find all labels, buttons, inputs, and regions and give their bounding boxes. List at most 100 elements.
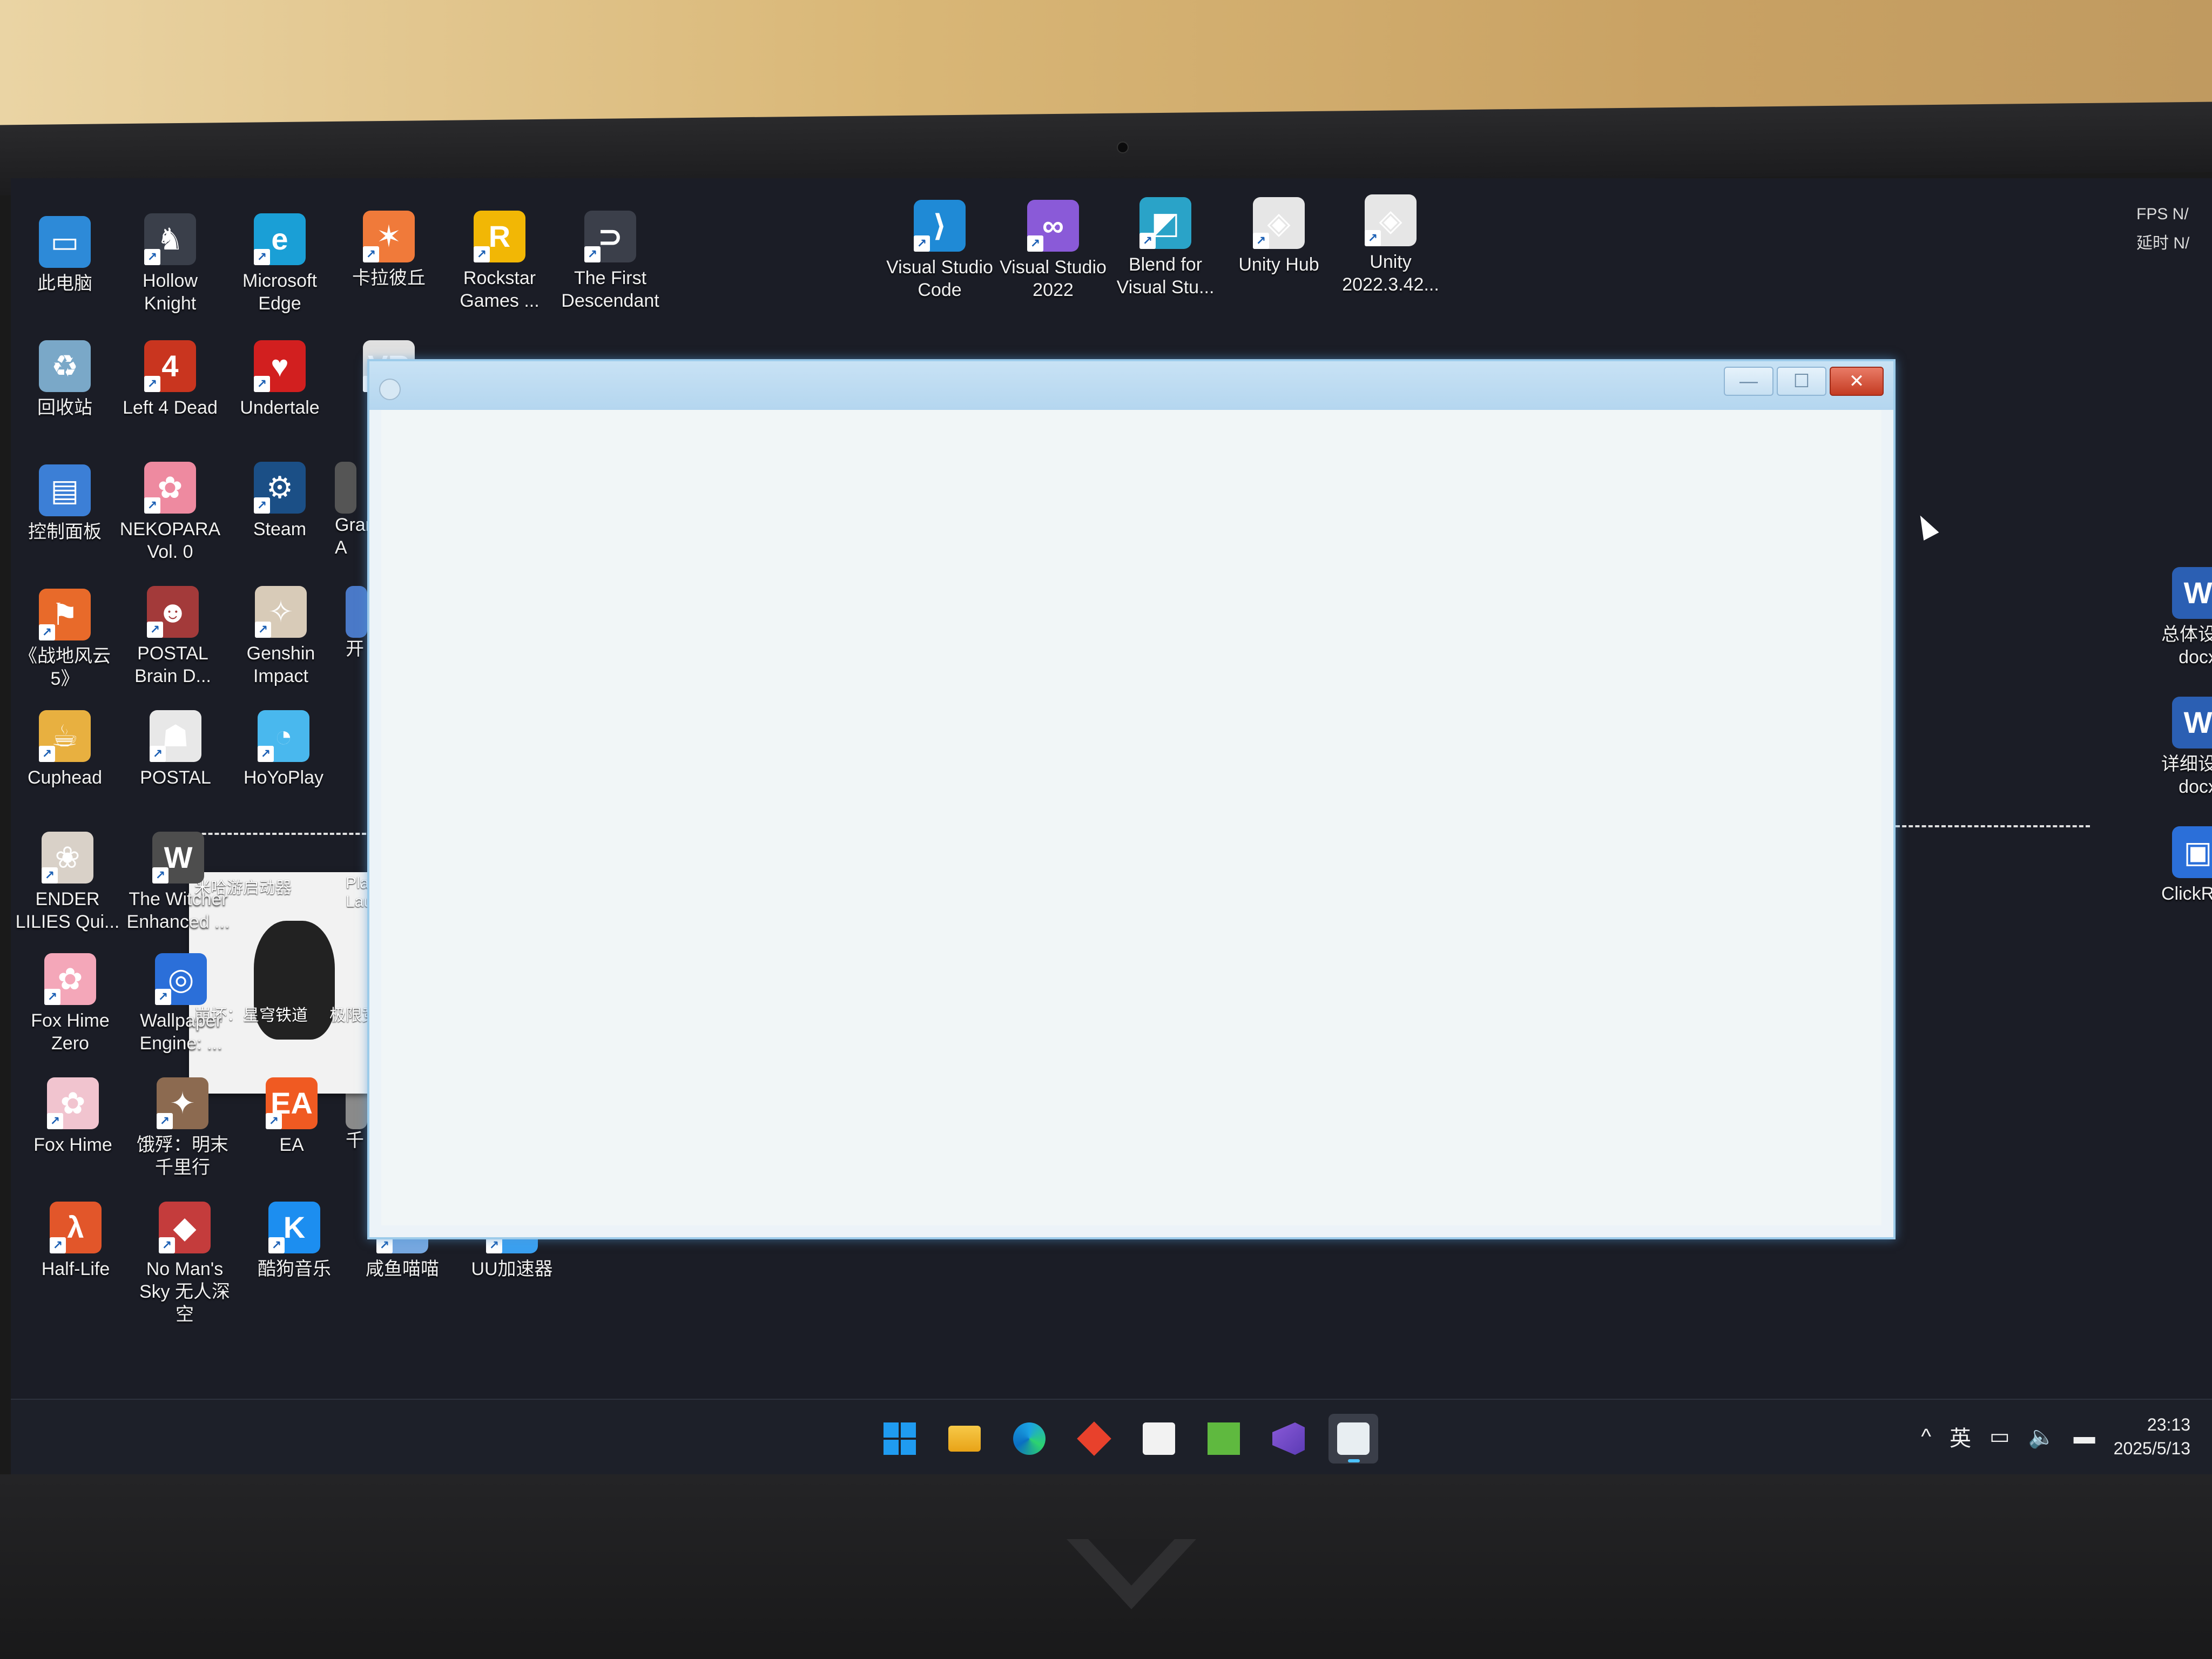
desktop-icon-label: UU加速器 <box>471 1259 553 1279</box>
screen: FPS N/ 延时 N/ Gran A 开 千 米哈游启动器 崩坏：星穹铁道 极… <box>11 178 2212 1474</box>
app-icon: ⟩ <box>914 200 966 252</box>
visual-studio-icon <box>1272 1422 1305 1455</box>
desktop-icon[interactable]: ⚑ 《战地风云 5》 <box>11 589 119 690</box>
desktop-icon-label: ClickRun <box>2161 884 2212 904</box>
desktop-icon-label: The First Descendant <box>561 268 659 311</box>
taskbar-apps <box>875 1414 1378 1464</box>
app-window[interactable]: — ☐ ✕ <box>367 359 1896 1239</box>
tray-chevron-icon[interactable]: ^ <box>1921 1425 1931 1449</box>
app-icon: R <box>474 211 525 262</box>
taskbar-visual-studio[interactable] <box>1264 1414 1313 1464</box>
clock-time: 23:13 <box>2147 1415 2190 1434</box>
desktop-icon-label: Unity 2022.3.42... <box>1342 252 1439 295</box>
desktop-icon-label: 卡拉彼丘 <box>352 268 426 288</box>
desktop-icon-label: POSTAL <box>140 767 211 788</box>
desktop-icon[interactable]: ▣ ClickRun <box>2144 826 2212 905</box>
mouse-pointer-icon <box>1912 511 1939 541</box>
desktop-icon-label: 此电脑 <box>37 273 92 294</box>
desktop-icon-label: Rockstar Games ... <box>460 268 539 311</box>
desktop-icon[interactable]: ◔ HoYoPlay <box>230 710 338 789</box>
desktop-icon-label: 详细设计 docx <box>2161 754 2212 797</box>
desktop-icon[interactable]: ☕ Cuphead <box>11 710 119 789</box>
desktop-icon[interactable]: ⊃ The First Descendant <box>556 211 664 312</box>
desktop-icon[interactable]: ▭ 此电脑 <box>11 216 119 295</box>
app-icon: ◎ <box>155 953 207 1005</box>
taskbar-file-explorer[interactable] <box>940 1414 989 1464</box>
desktop-icon[interactable]: ✦ 饿殍：明末千里行 <box>129 1077 237 1179</box>
taskbar-minecraft[interactable] <box>1199 1414 1249 1464</box>
window-titlebar[interactable]: — ☐ ✕ <box>369 361 1893 410</box>
start-button[interactable] <box>875 1414 925 1464</box>
desktop-icon[interactable]: ▤ 控制面板 <box>11 464 119 543</box>
desktop-icon-label: Unity Hub <box>1238 254 1319 275</box>
desktop-icon[interactable]: 4 Left 4 Dead <box>116 340 224 419</box>
desktop-icon-label: Wallpaper Engine: ... <box>139 1010 222 1054</box>
caption-buttons: — ☐ ✕ <box>1724 367 1884 396</box>
desktop-icon[interactable]: λ Half-Life <box>22 1202 130 1280</box>
desktop-icon[interactable]: ⚙ Steam <box>226 462 334 541</box>
desktop-icon[interactable]: ◎ Wallpaper Engine: ... <box>127 953 235 1055</box>
taskbar-store[interactable] <box>1134 1414 1184 1464</box>
desktop-icon[interactable]: ∞ Visual Studio 2022 <box>999 200 1107 301</box>
close-button[interactable]: ✕ <box>1830 367 1884 396</box>
desktop-icon[interactable]: W 详细设计 docx <box>2144 697 2212 798</box>
app-icon: ✿ <box>44 953 96 1005</box>
taskbar-edge[interactable] <box>1004 1414 1054 1464</box>
network-icon[interactable]: ▭ <box>1990 1424 2010 1449</box>
app-icon: ✦ <box>157 1077 208 1129</box>
taskbar-app-red[interactable] <box>1069 1414 1119 1464</box>
desktop-icon[interactable]: ☻ POSTAL Brain D... <box>119 586 227 687</box>
app-icon: ⊃ <box>584 211 636 262</box>
desktop-icon-label: NEKOPARA Vol. 0 <box>119 519 221 562</box>
desktop-icon[interactable]: ✧ Genshin Impact <box>227 586 335 687</box>
desktop-icon-label: Left 4 Dead <box>123 397 218 418</box>
ime-indicator[interactable]: 英 <box>1950 1421 1971 1452</box>
desktop-icon[interactable]: W 总体设计 docx <box>2144 567 2212 669</box>
desktop-icon[interactable]: W The Witcher Enhanced ... <box>124 832 232 933</box>
app-icon: ☻ <box>147 586 199 638</box>
desktop-icon-label: Cuphead <box>27 767 102 788</box>
battery-icon[interactable]: ▬ <box>2074 1425 2095 1449</box>
desktop-icon[interactable]: ◆ No Man's Sky 无人深空 <box>131 1202 239 1326</box>
minimize-button[interactable]: — <box>1724 367 1773 396</box>
desktop-icon[interactable]: ⟩ Visual Studio Code <box>886 200 994 301</box>
desktop-icon[interactable]: e Microsoft Edge <box>226 213 334 315</box>
desktop-icon-label: POSTAL Brain D... <box>134 643 211 686</box>
desktop-icon[interactable]: ✿ Fox Hime Zero <box>16 953 124 1055</box>
app-icon: W <box>152 832 204 884</box>
app-icon: ✿ <box>144 462 196 514</box>
desktop-icon-label: Visual Studio 2022 <box>1000 257 1107 300</box>
clock-date: 2025/5/13 <box>2113 1439 2190 1458</box>
desktop-icon[interactable]: ◈ Unity 2022.3.42... <box>1337 194 1445 296</box>
app-icon: ▣ <box>2172 826 2212 878</box>
app-icon: ∞ <box>1027 200 1079 252</box>
desktop-icon-label: 总体设计 docx <box>2161 624 2212 667</box>
desktop-icon[interactable]: K 酷狗音乐 <box>240 1202 348 1280</box>
desktop-icon[interactable]: ❀ ENDER LILIES Qui... <box>14 832 122 933</box>
maximize-button[interactable]: ☐ <box>1777 367 1826 396</box>
desktop-icon-label: Visual Studio Code <box>886 257 993 300</box>
desktop-icon[interactable]: R Rockstar Games ... <box>446 211 554 312</box>
desktop-icon[interactable]: ✿ NEKOPARA Vol. 0 <box>116 462 224 563</box>
desktop[interactable]: FPS N/ 延时 N/ Gran A 开 千 米哈游启动器 崩坏：星穹铁道 极… <box>11 178 2212 1399</box>
app-icon: ◔ <box>258 710 309 762</box>
clock[interactable]: 23:13 2025/5/13 <box>2114 1413 2190 1460</box>
desktop-icon[interactable]: ♥ Undertale <box>226 340 334 419</box>
volume-icon[interactable]: 🔈 <box>2028 1424 2055 1449</box>
app-icon: ✧ <box>255 586 307 638</box>
desktop-icon[interactable]: ✶ 卡拉彼丘 <box>335 211 443 289</box>
window-client-area[interactable] <box>381 410 1881 1225</box>
desktop-icon[interactable]: ◩ Blend for Visual Stu... <box>1111 197 1219 299</box>
desktop-icon[interactable]: ♞ Hollow Knight <box>116 213 224 315</box>
taskbar: ^ 英 ▭ 🔈 ▬ 23:13 2025/5/13 <box>11 1399 2212 1474</box>
desktop-icon[interactable]: EA EA <box>238 1077 346 1156</box>
desktop-icon[interactable]: ◈ Unity Hub <box>1225 197 1333 276</box>
app-icon: ✶ <box>363 211 415 262</box>
red-diamond-icon <box>1077 1421 1111 1456</box>
taskbar-active-app[interactable] <box>1328 1414 1378 1464</box>
desktop-icon-label: Fox Hime Zero <box>31 1010 110 1054</box>
desktop-icon[interactable]: ☗ POSTAL <box>122 710 230 789</box>
desktop-icon[interactable]: ✿ Fox Hime <box>19 1077 127 1156</box>
desktop-icon[interactable]: ♻ 回收站 <box>11 340 119 419</box>
app-icon: 4 <box>144 340 196 392</box>
